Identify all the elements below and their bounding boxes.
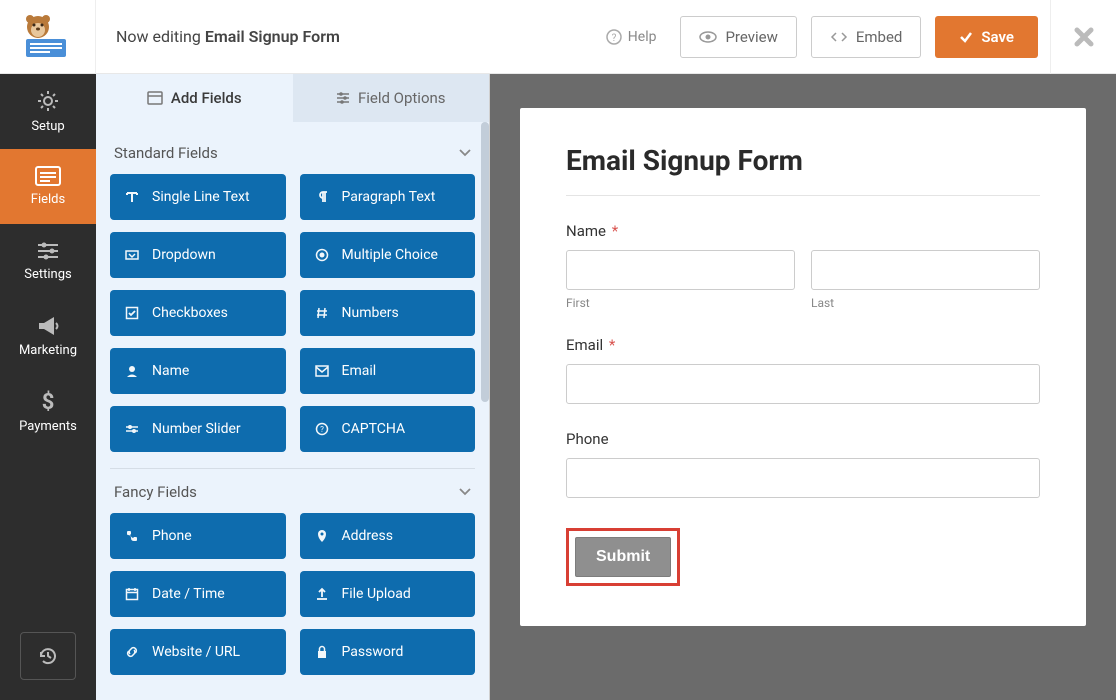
field-paragraph-text[interactable]: Paragraph Text bbox=[300, 174, 476, 220]
field-multiple-choice[interactable]: Multiple Choice bbox=[300, 232, 476, 278]
phone-icon bbox=[124, 529, 140, 543]
megaphone-icon bbox=[36, 315, 60, 337]
embed-button[interactable]: Embed bbox=[811, 16, 922, 58]
captcha-icon: ? bbox=[314, 422, 330, 436]
nav-settings[interactable]: Settings bbox=[0, 224, 96, 299]
lock-icon bbox=[314, 645, 330, 659]
field-email[interactable]: Email bbox=[300, 348, 476, 394]
nav-marketing[interactable]: Marketing bbox=[0, 299, 96, 374]
form-canvas[interactable]: Email Signup Form Name * First Last bbox=[490, 74, 1116, 700]
preview-button[interactable]: Preview bbox=[680, 16, 796, 58]
field-phone[interactable]: Phone bbox=[110, 513, 286, 559]
field-number-slider[interactable]: Number Slider bbox=[110, 406, 286, 452]
field-website-url[interactable]: Website / URL bbox=[110, 629, 286, 675]
slider-icon bbox=[124, 422, 140, 436]
sliders-icon bbox=[36, 241, 60, 261]
nav-setup[interactable]: Setup bbox=[0, 74, 96, 149]
bear-logo-icon bbox=[20, 15, 76, 59]
field-name[interactable]: Name bbox=[110, 348, 286, 394]
submit-button[interactable]: Submit bbox=[575, 537, 671, 577]
nav-payments[interactable]: $ Payments bbox=[0, 374, 96, 449]
form-title: Email Signup Form bbox=[566, 144, 1040, 177]
form-icon bbox=[35, 166, 61, 186]
fields-panel: Add Fields Field Options Standard Fields… bbox=[96, 74, 490, 700]
svg-text:?: ? bbox=[320, 425, 324, 434]
field-file-upload[interactable]: File Upload bbox=[300, 571, 476, 617]
dollar-icon: $ bbox=[40, 389, 56, 413]
field-single-line-text[interactable]: Single Line Text bbox=[110, 174, 286, 220]
form-preview: Email Signup Form Name * First Last bbox=[520, 108, 1086, 626]
top-bar: Now editing Email Signup Form ? Help Pre… bbox=[0, 0, 1116, 74]
email-label: Email * bbox=[566, 336, 1040, 354]
user-icon bbox=[124, 364, 140, 378]
help-icon: ? bbox=[606, 29, 622, 45]
email-input[interactable] bbox=[566, 364, 1040, 404]
field-captcha[interactable]: ?CAPTCHA bbox=[300, 406, 476, 452]
chevron-down-icon bbox=[459, 488, 471, 496]
help-link[interactable]: ? Help bbox=[596, 29, 667, 45]
mail-icon bbox=[314, 365, 330, 377]
last-sublabel: Last bbox=[811, 296, 1040, 310]
editing-prefix: Now editing bbox=[116, 27, 205, 46]
field-date-time[interactable]: Date / Time bbox=[110, 571, 286, 617]
submit-highlight: Submit bbox=[566, 528, 680, 586]
left-nav: Setup Fields Settings Marketing $ Paymen… bbox=[0, 74, 96, 700]
field-checkboxes[interactable]: Checkboxes bbox=[110, 290, 286, 336]
chevron-down-icon bbox=[459, 149, 471, 157]
field-phone[interactable]: Phone bbox=[566, 430, 1040, 498]
close-button[interactable] bbox=[1050, 0, 1116, 74]
field-numbers[interactable]: Numbers bbox=[300, 290, 476, 336]
phone-input[interactable] bbox=[566, 458, 1040, 498]
svg-text:$: $ bbox=[42, 390, 55, 413]
radio-icon bbox=[314, 248, 330, 262]
field-password[interactable]: Password bbox=[300, 629, 476, 675]
paragraph-icon bbox=[314, 190, 330, 204]
first-sublabel: First bbox=[566, 296, 795, 310]
app-logo bbox=[0, 0, 96, 74]
eye-icon bbox=[699, 31, 717, 43]
add-fields-icon bbox=[147, 91, 163, 105]
text-icon bbox=[124, 190, 140, 204]
divider bbox=[566, 195, 1040, 196]
section-fancy-fields[interactable]: Fancy Fields bbox=[110, 469, 475, 513]
history-icon bbox=[38, 646, 58, 666]
tab-field-options[interactable]: Field Options bbox=[293, 74, 490, 122]
svg-text:?: ? bbox=[611, 33, 616, 44]
options-icon bbox=[336, 91, 350, 105]
history-button[interactable] bbox=[20, 632, 76, 680]
hash-icon bbox=[314, 306, 330, 320]
field-dropdown[interactable]: Dropdown bbox=[110, 232, 286, 278]
close-icon bbox=[1074, 27, 1094, 47]
field-name[interactable]: Name * First Last bbox=[566, 222, 1040, 310]
link-icon bbox=[124, 645, 140, 659]
pin-icon bbox=[314, 529, 330, 543]
field-address[interactable]: Address bbox=[300, 513, 476, 559]
last-name-input[interactable] bbox=[811, 250, 1040, 290]
section-standard-fields[interactable]: Standard Fields bbox=[110, 130, 475, 174]
editing-form-name: Email Signup Form bbox=[205, 27, 340, 46]
calendar-icon bbox=[124, 587, 140, 601]
editing-title: Now editing Email Signup Form bbox=[96, 27, 596, 46]
dropdown-icon bbox=[124, 248, 140, 262]
code-icon bbox=[830, 31, 848, 43]
name-label: Name * bbox=[566, 222, 1040, 240]
required-asterisk: * bbox=[609, 336, 615, 354]
save-button[interactable]: Save bbox=[935, 16, 1038, 58]
gear-icon bbox=[36, 89, 60, 113]
upload-icon bbox=[314, 587, 330, 601]
first-name-input[interactable] bbox=[566, 250, 795, 290]
field-email[interactable]: Email * bbox=[566, 336, 1040, 404]
required-asterisk: * bbox=[612, 222, 618, 240]
check-icon bbox=[959, 30, 973, 44]
phone-label: Phone bbox=[566, 430, 1040, 448]
nav-fields[interactable]: Fields bbox=[0, 149, 96, 224]
tab-add-fields[interactable]: Add Fields bbox=[96, 74, 293, 122]
checkbox-icon bbox=[124, 306, 140, 320]
